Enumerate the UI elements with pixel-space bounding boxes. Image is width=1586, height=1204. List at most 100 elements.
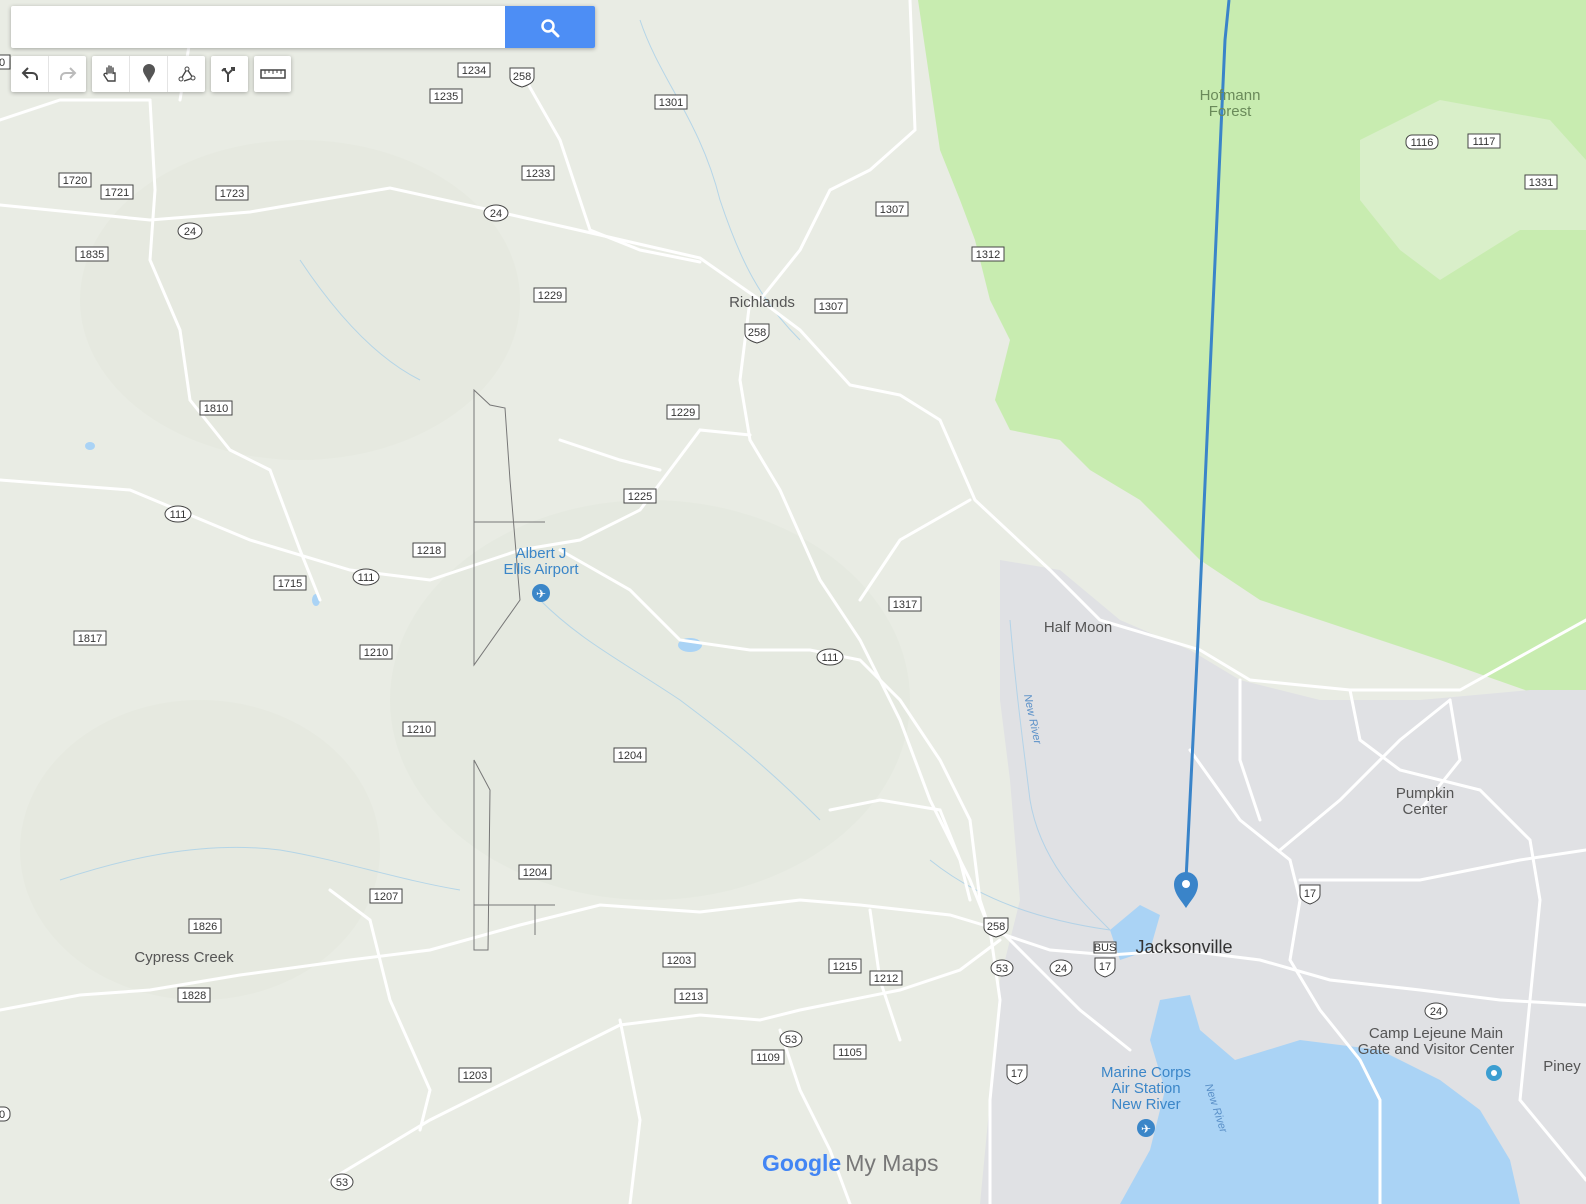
ruler-icon: [259, 69, 286, 79]
airport-icon: ✈: [1137, 1119, 1155, 1137]
google-my-maps-logo: Google My Maps: [762, 1150, 939, 1177]
svg-text:1234: 1234: [462, 65, 486, 77]
poi-label: Camp Lejeune Main: [1369, 1025, 1503, 1042]
svg-text:1307: 1307: [819, 301, 843, 313]
svg-text:1117: 1117: [1473, 136, 1496, 148]
svg-text:1215: 1215: [833, 961, 857, 973]
search-bar: [11, 6, 595, 48]
place-label: Piney: [1543, 1058, 1581, 1075]
svg-text:111: 111: [822, 652, 839, 664]
marker-icon: [142, 64, 155, 83]
svg-text:1317: 1317: [893, 599, 917, 611]
svg-text:1817: 1817: [78, 633, 102, 645]
measure-distance-button[interactable]: [254, 56, 291, 92]
directions-icon: [220, 67, 235, 82]
svg-text:1207: 1207: [374, 891, 398, 903]
undo-button[interactable]: [11, 56, 49, 92]
redo-button[interactable]: [49, 56, 86, 92]
svg-text:1225: 1225: [628, 491, 652, 503]
airport-label: Albert J: [516, 545, 567, 562]
svg-text:1233: 1233: [526, 168, 550, 180]
city-label: Jacksonville: [1135, 937, 1232, 957]
svg-text:258: 258: [748, 327, 766, 339]
redo-icon: [59, 67, 76, 80]
svg-text:1312: 1312: [976, 249, 1000, 261]
svg-text:1213: 1213: [679, 991, 703, 1003]
pan-tool-button[interactable]: [92, 56, 130, 92]
svg-text:1105: 1105: [838, 1047, 862, 1059]
svg-text:1210: 1210: [364, 647, 388, 659]
svg-text:17: 17: [1099, 961, 1111, 973]
forest-label: Hofmann: [1200, 87, 1261, 104]
svg-text:1210: 1210: [407, 724, 431, 736]
svg-text:1204: 1204: [618, 750, 642, 762]
poi-label: Gate and Visitor Center: [1358, 1041, 1514, 1058]
tools-group: [92, 56, 205, 92]
svg-text:1835: 1835: [80, 249, 104, 261]
svg-text:1218: 1218: [417, 545, 441, 557]
svg-text:1828: 1828: [182, 990, 206, 1002]
svg-text:1203: 1203: [463, 1070, 487, 1082]
airport-icon: ✈: [532, 584, 550, 602]
place-label: Cypress Creek: [134, 949, 234, 966]
place-label: Center: [1402, 801, 1447, 818]
svg-text:1203: 1203: [667, 955, 691, 967]
svg-text:24: 24: [1430, 1006, 1442, 1018]
poi-label: Air Station: [1111, 1080, 1180, 1097]
svg-text:1826: 1826: [193, 921, 217, 933]
svg-text:53: 53: [996, 963, 1008, 975]
forest-label: Forest: [1209, 103, 1252, 120]
measure-group: [254, 56, 291, 92]
svg-text:1235: 1235: [434, 91, 458, 103]
map-toolbar: [11, 56, 291, 92]
google-wordmark: Google: [762, 1150, 842, 1176]
place-label: Pumpkin: [1396, 785, 1454, 802]
svg-text:00: 00: [0, 57, 5, 69]
airport-label: Ellis Airport: [503, 561, 579, 578]
svg-text:258: 258: [513, 71, 531, 83]
svg-text:17: 17: [1304, 888, 1316, 900]
svg-text:17: 17: [1011, 1068, 1023, 1080]
svg-text:1229: 1229: [671, 407, 695, 419]
svg-text:1212: 1212: [874, 973, 898, 985]
place-label: Richlands: [729, 294, 795, 311]
svg-text:1116: 1116: [1411, 137, 1434, 149]
directions-group: [211, 56, 248, 92]
poi-label: New River: [1111, 1096, 1180, 1113]
svg-text:1229: 1229: [538, 290, 562, 302]
svg-text:258: 258: [987, 921, 1005, 933]
svg-text:1715: 1715: [278, 578, 302, 590]
svg-text:24: 24: [490, 208, 502, 220]
svg-text:60: 60: [0, 1109, 5, 1121]
map-canvas[interactable]: ✈ ✈ Richlands Albert J Ellis Airport Hal…: [0, 0, 1586, 1204]
svg-text:1301: 1301: [659, 97, 683, 109]
search-icon: [541, 19, 560, 38]
hand-icon: [102, 65, 116, 82]
svg-text:24: 24: [1055, 963, 1067, 975]
draw-line-button[interactable]: [168, 56, 205, 92]
my-maps-wordmark: My Maps: [845, 1150, 939, 1176]
add-marker-button[interactable]: [130, 56, 168, 92]
svg-text:1723: 1723: [220, 188, 244, 200]
line-icon: [178, 66, 195, 82]
undo-icon: [21, 67, 38, 80]
visitor-center-icon: [1486, 1065, 1502, 1081]
svg-text:1720: 1720: [63, 175, 87, 187]
svg-text:✈: ✈: [536, 587, 546, 601]
search-button[interactable]: [505, 6, 595, 48]
svg-text:53: 53: [336, 1177, 348, 1189]
svg-text:1331: 1331: [1529, 177, 1553, 189]
poi-label: Marine Corps: [1101, 1064, 1191, 1081]
svg-text:✈: ✈: [1141, 1122, 1151, 1136]
svg-text:111: 111: [170, 509, 187, 521]
search-input[interactable]: [11, 6, 515, 48]
place-label: Half Moon: [1044, 619, 1112, 636]
svg-text:1307: 1307: [880, 204, 904, 216]
svg-text:1204: 1204: [523, 867, 547, 879]
svg-text:1109: 1109: [756, 1052, 780, 1064]
svg-text:BUS: BUS: [1094, 942, 1117, 954]
directions-button[interactable]: [211, 56, 248, 92]
svg-text:24: 24: [184, 226, 196, 238]
history-group: [11, 56, 86, 92]
svg-text:1721: 1721: [105, 187, 129, 199]
